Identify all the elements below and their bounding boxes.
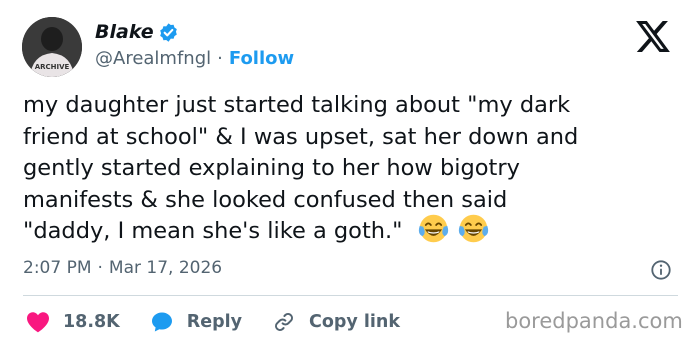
copy-link-label: Copy link xyxy=(309,312,401,332)
action-bar: 18.8K Reply Copy link xyxy=(23,307,400,337)
tweet-time: 2:07 PM xyxy=(23,258,92,278)
x-logo-icon[interactable] xyxy=(636,21,670,52)
info-icon[interactable] xyxy=(650,259,672,281)
copy-link-button[interactable]: Copy link xyxy=(272,310,400,334)
heart-icon xyxy=(27,312,49,333)
verified-badge-icon xyxy=(159,22,177,42)
face-with-tears-of-joy-icon xyxy=(418,215,448,243)
follow-button[interactable]: Follow xyxy=(229,48,294,69)
user-handle-row: @Arealmfngl · Follow xyxy=(95,48,294,69)
separator-dot: · xyxy=(217,48,223,69)
user-handle[interactable]: @Arealmfngl xyxy=(95,48,211,69)
tweet-line: manifests & she looked confused then sai… xyxy=(23,186,508,213)
divider xyxy=(23,295,678,296)
tweet-line: friend at school" & I was upset, sat her… xyxy=(23,123,579,150)
watermark: boredpanda.com xyxy=(505,309,683,333)
separator-dot: · xyxy=(97,258,103,278)
user-name-row: Blake xyxy=(95,21,179,43)
tweet-timestamp[interactable]: 2:07 PM · Mar 17, 2026 xyxy=(23,258,222,278)
like-count: 18.8K xyxy=(63,312,120,332)
tweet-text: my daughter just started talking about "… xyxy=(23,90,688,248)
reply-label: Reply xyxy=(186,312,243,332)
avatar-shirt-text: ARCHIVE xyxy=(35,63,70,71)
tweet-line: my daughter just started talking about "… xyxy=(23,92,571,118)
face-with-tears-of-joy-icon xyxy=(458,215,488,243)
tweet-line: gently started explaining to her how big… xyxy=(23,155,520,182)
avatar-photo: ARCHIVE xyxy=(22,17,82,77)
user-name[interactable]: Blake xyxy=(95,21,154,43)
like-button[interactable]: 18.8K xyxy=(26,311,120,333)
avatar[interactable]: ARCHIVE xyxy=(22,17,82,77)
reply-button[interactable]: Reply xyxy=(150,310,242,334)
reply-bubble-icon xyxy=(151,312,172,332)
link-icon xyxy=(275,313,293,331)
tweet-date: Mar 17, 2026 xyxy=(108,258,223,278)
tweet-line: "daddy, I mean she's like a goth." xyxy=(23,218,403,245)
tweet-line-last: "daddy, I mean she's like a goth." xyxy=(23,215,688,248)
